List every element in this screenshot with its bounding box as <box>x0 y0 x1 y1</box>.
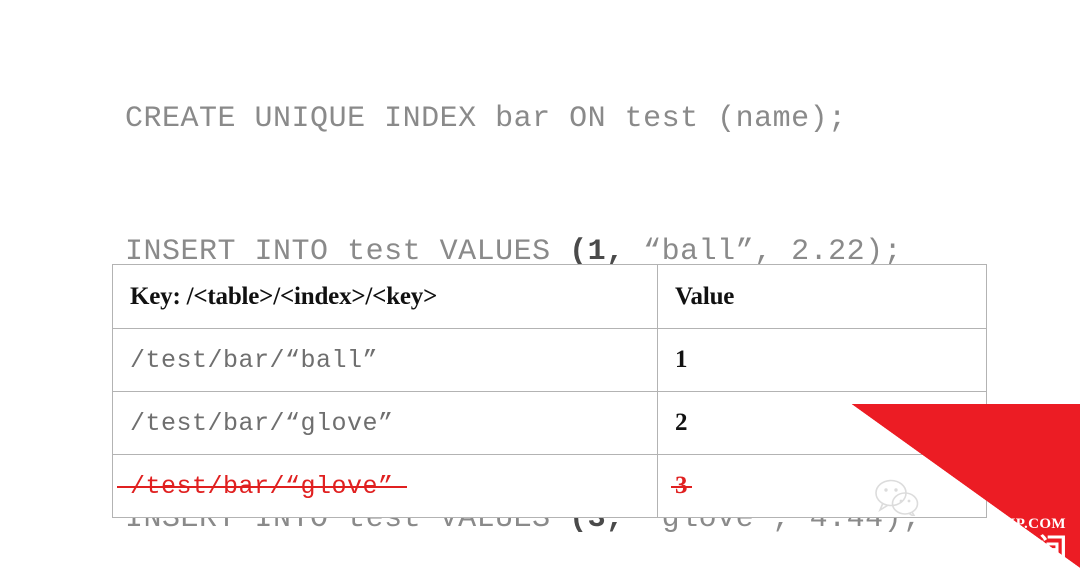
table-cell-value: 1 <box>657 328 987 392</box>
table-header-key: Key: /<table>/<index>/<key> <box>112 264 658 329</box>
table-cell-key: /test/bar/“ball” <box>112 328 658 392</box>
table-cell-key: /test/bar/“glove” <box>112 391 658 455</box>
table-row-deleted: /test/bar/“glove” 3 <box>112 454 987 518</box>
table-header-row: Key: /<table>/<index>/<key> Value <box>112 264 987 329</box>
table-row: /test/bar/“glove” 2 <box>112 391 987 455</box>
strikethrough-value: 3 <box>671 472 691 499</box>
table-cell-key: /test/bar/“glove” <box>112 454 658 518</box>
sql-line: CREATE UNIQUE INDEX bar ON test (name); <box>14 52 1014 186</box>
table-row: /test/bar/“ball” 1 <box>112 328 987 392</box>
strikethrough-key: /test/bar/“glove” <box>117 471 407 501</box>
table-cell-value: 2 <box>657 391 987 455</box>
sql-line-text: CREATE UNIQUE INDEX bar ON test (name); <box>125 101 847 136</box>
key-value-table: Key: /<table>/<index>/<key> Value /test/… <box>112 264 987 518</box>
slide-canvas: CREATE UNIQUE INDEX bar ON test (name); … <box>0 0 1080 569</box>
table-cell-value: 3 <box>657 454 987 518</box>
table-header-value: Value <box>657 264 987 329</box>
